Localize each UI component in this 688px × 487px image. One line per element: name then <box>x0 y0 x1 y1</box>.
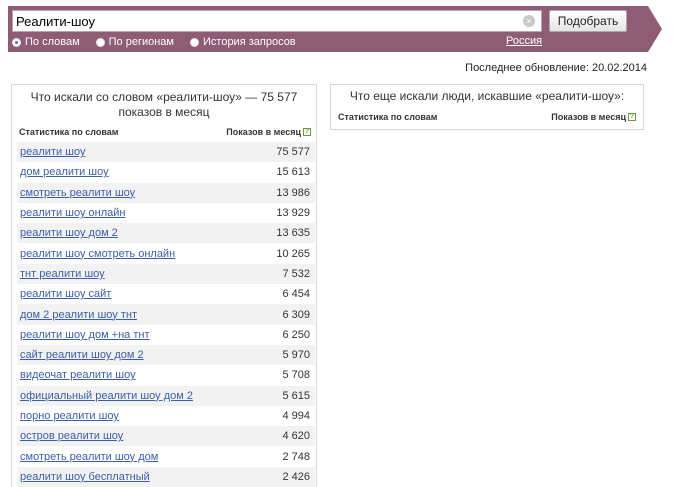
table-row: видеочат реалити шоу 5 708 <box>17 365 315 386</box>
phrase-link[interactable]: реалити шоу смотреть онлайн <box>20 248 175 260</box>
related-table-header: Статистика по словам Показов в месяц? <box>338 112 636 124</box>
table-header: Статистика по словам Показов в месяц? <box>19 127 311 141</box>
clear-icon[interactable]: × <box>523 15 535 27</box>
table-row: реалити шоу смотреть онлайн 10 265 <box>17 243 315 264</box>
shows-count: 13 929 <box>276 207 310 220</box>
mode-selector: По словам По регионам История запросов <box>12 35 312 49</box>
region-link[interactable]: Россия <box>506 35 542 47</box>
table-row: официальный реалити шоу дом 2 5 615 <box>17 385 315 406</box>
shows-count: 6 309 <box>282 308 310 321</box>
phrase-link[interactable]: реалити шоу <box>20 146 85 158</box>
col-shows-label: Показов в месяц <box>551 112 626 122</box>
phrase-link[interactable]: тнт реалити шоу <box>20 268 105 280</box>
table-row: реалити шоу онлайн 13 929 <box>17 202 315 224</box>
table-row: реалити шоу дом 2 13 635 <box>17 223 315 244</box>
phrase-link[interactable]: реалити шоу сайт <box>20 288 111 300</box>
shows-count: 5 970 <box>282 349 310 362</box>
table-row: дом 2 реалити шоу тнт 6 309 <box>17 304 315 325</box>
mode-history-label: История запросов <box>203 36 296 48</box>
related-panel-title: Что еще искали люди, искавшие «реалити-ш… <box>349 89 625 103</box>
phrase-link[interactable]: порно реалити шоу <box>20 410 119 422</box>
words-panel-title: Что искали со словом «реалити-шоу» — 75 … <box>30 90 298 119</box>
shows-count: 10 265 <box>276 247 310 260</box>
table-row: реалити шоу бесплатный 2 426 <box>17 466 315 487</box>
phrase-link[interactable]: смотреть реалити шоу <box>20 187 135 199</box>
radio-icon[interactable] <box>12 37 21 47</box>
phrase-link[interactable]: остров реалити шоу <box>20 430 123 442</box>
words-panel: Что искали со словом «реалити-шоу» — 75 … <box>11 84 317 487</box>
mode-history[interactable]: История запросов <box>190 36 296 48</box>
phrase-link[interactable]: дом 2 реалити шоу тнт <box>20 309 137 321</box>
col-shows-header: Показов в месяц? <box>551 112 636 122</box>
table-row: реалити шоу сайт 6 454 <box>17 284 315 305</box>
shows-count: 7 532 <box>282 267 310 280</box>
last-updated: Последнее обновление: 20.02.2014 <box>465 62 647 74</box>
mode-words[interactable]: По словам <box>12 36 80 48</box>
search-field[interactable]: × <box>12 10 542 32</box>
col-shows-label: Показов в месяц <box>226 127 301 137</box>
table-row: тнт реалити шоу 7 532 <box>17 263 315 285</box>
shows-count: 13 635 <box>276 227 310 240</box>
radio-icon[interactable] <box>190 37 199 47</box>
phrase-link[interactable]: смотреть реалити шоу дом <box>20 451 158 463</box>
words-table: реалити шоу 75 577 дом реалити шоу 15 613 см… <box>17 142 315 487</box>
mode-words-label: По словам <box>25 36 80 48</box>
table-row: дом реалити шоу 15 613 <box>17 162 315 183</box>
phrase-link[interactable]: реалити шоу онлайн <box>20 207 125 219</box>
search-input[interactable] <box>16 12 516 30</box>
mode-regions-label: По регионам <box>108 36 174 48</box>
phrase-link[interactable]: видеочат реалити шоу <box>20 369 136 381</box>
submit-button[interactable]: Подобрать <box>549 10 627 32</box>
radio-icon[interactable] <box>95 37 105 47</box>
col-stats-label: Статистика по словам <box>19 127 119 137</box>
phrase-link[interactable]: реалити шоу дом 2 <box>20 227 118 239</box>
table-row: остров реалити шоу 4 620 <box>17 426 315 447</box>
shows-count: 6 250 <box>282 328 310 341</box>
shows-count: 5 708 <box>282 369 310 382</box>
phrase-link[interactable]: официальный реалити шоу дом 2 <box>20 390 193 402</box>
shows-count: 13 986 <box>276 186 310 199</box>
phrase-link[interactable]: реалити шоу бесплатный <box>20 471 150 483</box>
search-band: × Подобрать По словам По регионам Истори… <box>8 6 662 52</box>
table-row: смотреть реалити шоу 13 986 <box>17 182 315 203</box>
table-row: реалити шоу 75 577 <box>17 142 315 163</box>
mode-regions[interactable]: По регионам <box>95 36 174 48</box>
table-row: реалити шоу дом +на тнт 6 250 <box>17 324 315 345</box>
table-row: смотреть реалити шоу дом 2 748 <box>17 446 315 467</box>
shows-count: 15 613 <box>276 166 310 179</box>
phrase-link[interactable]: дом реалити шоу <box>20 166 109 178</box>
col-shows-header: Показов в месяц? <box>226 127 311 137</box>
shows-count: 2 748 <box>282 450 310 463</box>
table-row: порно реалити шоу 4 994 <box>17 405 315 427</box>
col-stats-label: Статистика по словам <box>338 112 438 122</box>
phrase-link[interactable]: сайт реалити шоу дом 2 <box>20 349 144 361</box>
phrase-link[interactable]: реалити шоу дом +на тнт <box>20 329 150 341</box>
help-icon[interactable]: ? <box>628 113 636 121</box>
shows-count: 4 994 <box>282 410 310 422</box>
shows-count: 2 426 <box>282 470 310 483</box>
shows-count: 5 615 <box>282 389 310 402</box>
shows-count: 6 454 <box>282 288 310 301</box>
related-panel: Что еще искали люди, искавшие «реалити-ш… <box>330 84 644 130</box>
help-icon[interactable]: ? <box>303 128 311 136</box>
shows-count: 75 577 <box>276 146 310 159</box>
table-row: сайт реалити шоу дом 2 5 970 <box>17 344 315 366</box>
shows-count: 4 620 <box>282 430 310 443</box>
